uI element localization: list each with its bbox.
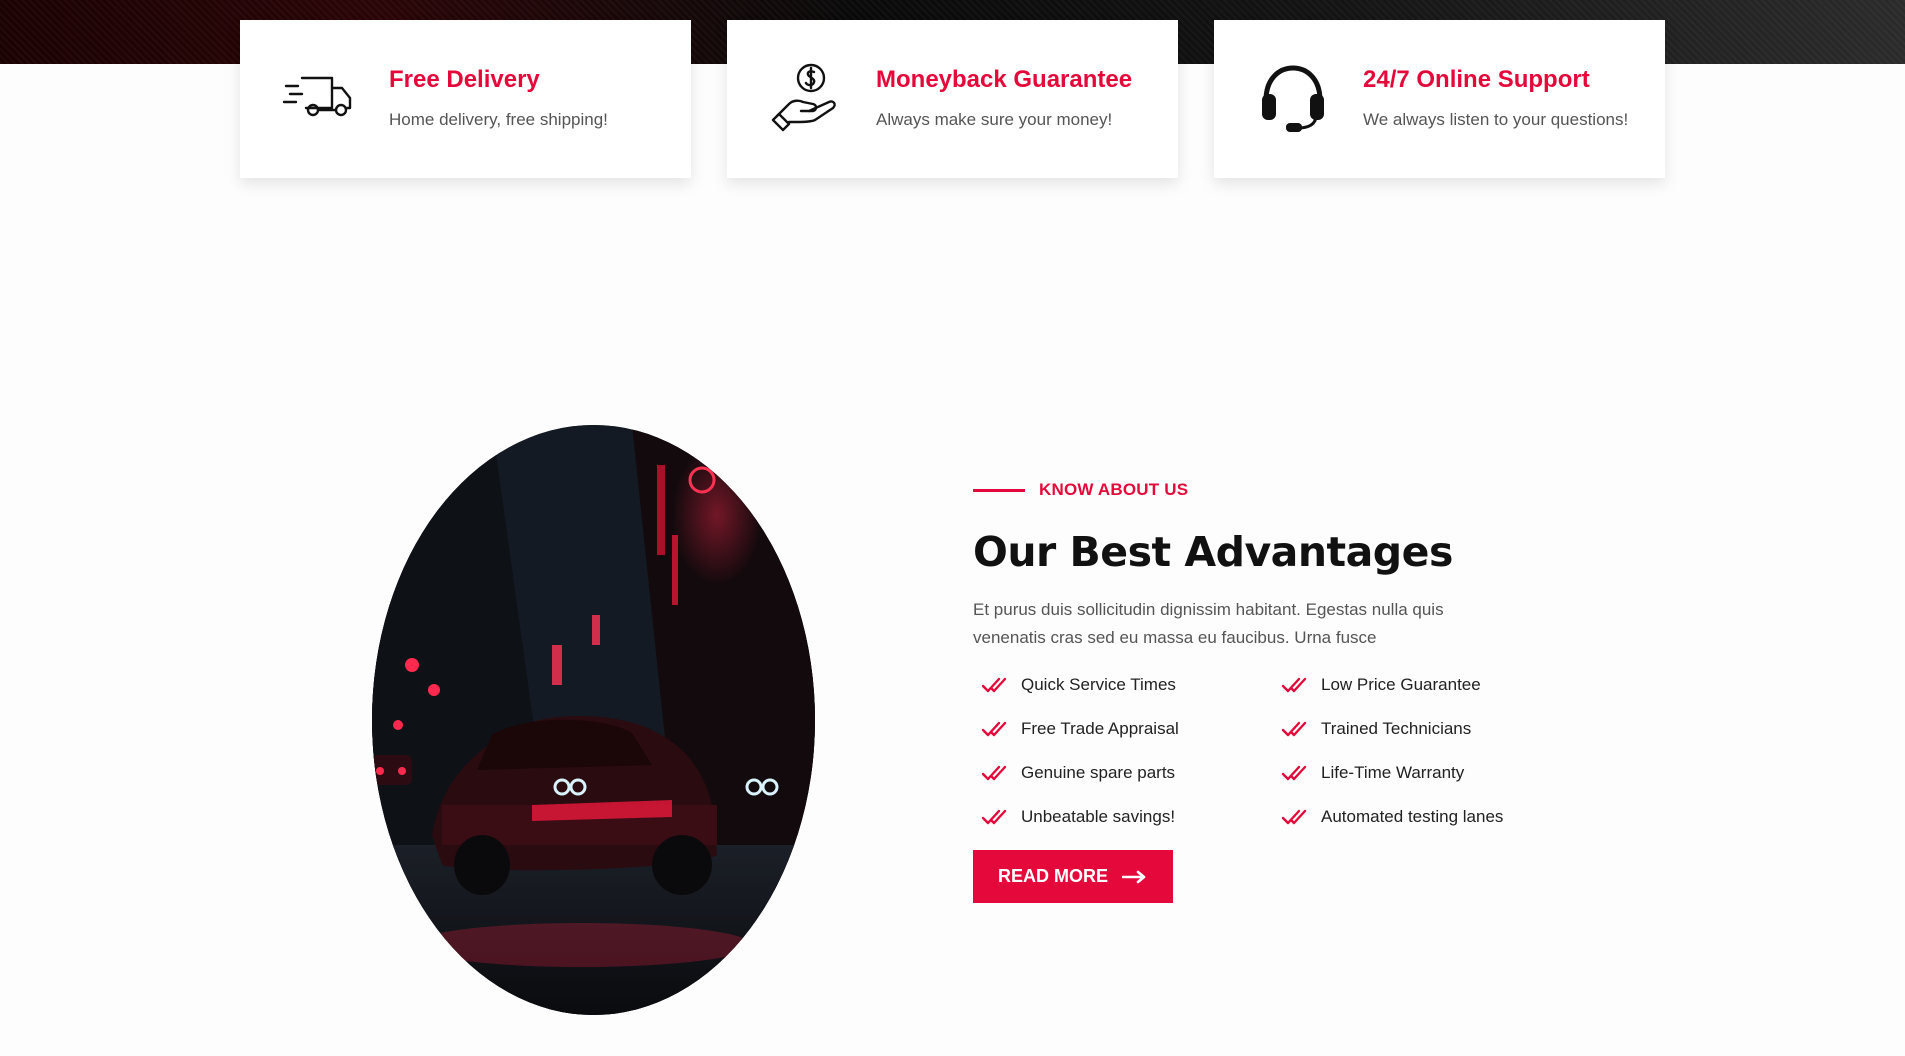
section-lead: Et purus duis sollicitudin dignissim hab…: [973, 600, 1444, 647]
features-row: Free Delivery Home delivery, free shippi…: [240, 20, 1665, 178]
advantage-label: Free Trade Appraisal: [1021, 719, 1179, 738]
advantage-item: Trained Technicians: [1273, 716, 1573, 742]
double-check-icon: [981, 721, 1007, 737]
advantage-label: Automated testing lanes: [1321, 807, 1504, 826]
feature-title: 24/7 Online Support: [1363, 66, 1590, 93]
advantages-list: Quick Service Times Low Price Guarantee …: [973, 672, 1593, 830]
double-check-icon: [1281, 765, 1307, 781]
read-more-label: READ MORE: [997, 866, 1108, 886]
double-check-icon: [1281, 721, 1307, 737]
advantage-item: Quick Service Times: [973, 672, 1273, 698]
advantage-label: Trained Technicians: [1321, 719, 1472, 738]
double-check-icon: [1281, 677, 1307, 693]
advantage-item: Low Price Guarantee: [1273, 672, 1573, 698]
section-heading: Our Best Advantages: [973, 528, 1453, 576]
feature-title: Free Delivery: [389, 66, 540, 93]
double-check-icon: [981, 765, 1007, 781]
feature-description: Always make sure your money!: [876, 110, 1113, 129]
read-more-button[interactable]: READ MORE: [973, 850, 1173, 903]
advantage-label: Low Price Guarantee: [1321, 675, 1481, 694]
advantage-label: Life-Time Warranty: [1321, 763, 1465, 782]
feature-card-moneyback: Moneyback Guarantee Always make sure you…: [727, 20, 1178, 178]
advantage-item: Free Trade Appraisal: [973, 716, 1273, 742]
feature-card-support: 24/7 Online Support We always listen to …: [1214, 20, 1665, 178]
advantage-item: Unbeatable savings!: [973, 804, 1273, 830]
headset-icon: [1256, 60, 1330, 134]
advantage-label: Quick Service Times: [1021, 675, 1176, 694]
advantage-label: Genuine spare parts: [1021, 763, 1176, 782]
advantage-item: Genuine spare parts: [973, 760, 1273, 786]
car-photo: [372, 425, 815, 1015]
about-section: KNOW ABOUT US Our Best Advantages Et pur…: [973, 470, 1593, 903]
feature-card-free-delivery: Free Delivery Home delivery, free shippi…: [240, 20, 691, 178]
feature-title: Moneyback Guarantee: [876, 66, 1133, 93]
double-check-icon: [981, 809, 1007, 825]
feature-description: We always listen to your questions!: [1363, 110, 1629, 129]
advantage-item: Life-Time Warranty: [1273, 760, 1573, 786]
delivery-truck-icon: [282, 60, 356, 134]
advantage-item: Automated testing lanes: [1273, 804, 1573, 830]
arrow-right-icon: [1122, 870, 1146, 883]
eyebrow-line: [973, 488, 1025, 492]
money-hand-icon: [769, 60, 843, 134]
eyebrow: KNOW ABOUT US: [973, 470, 1593, 510]
advantage-label: Unbeatable savings!: [1021, 807, 1176, 826]
double-check-icon: [981, 677, 1007, 693]
eyebrow-text: KNOW ABOUT US: [1039, 480, 1189, 499]
feature-description: Home delivery, free shipping!: [389, 110, 608, 129]
double-check-icon: [1281, 809, 1307, 825]
